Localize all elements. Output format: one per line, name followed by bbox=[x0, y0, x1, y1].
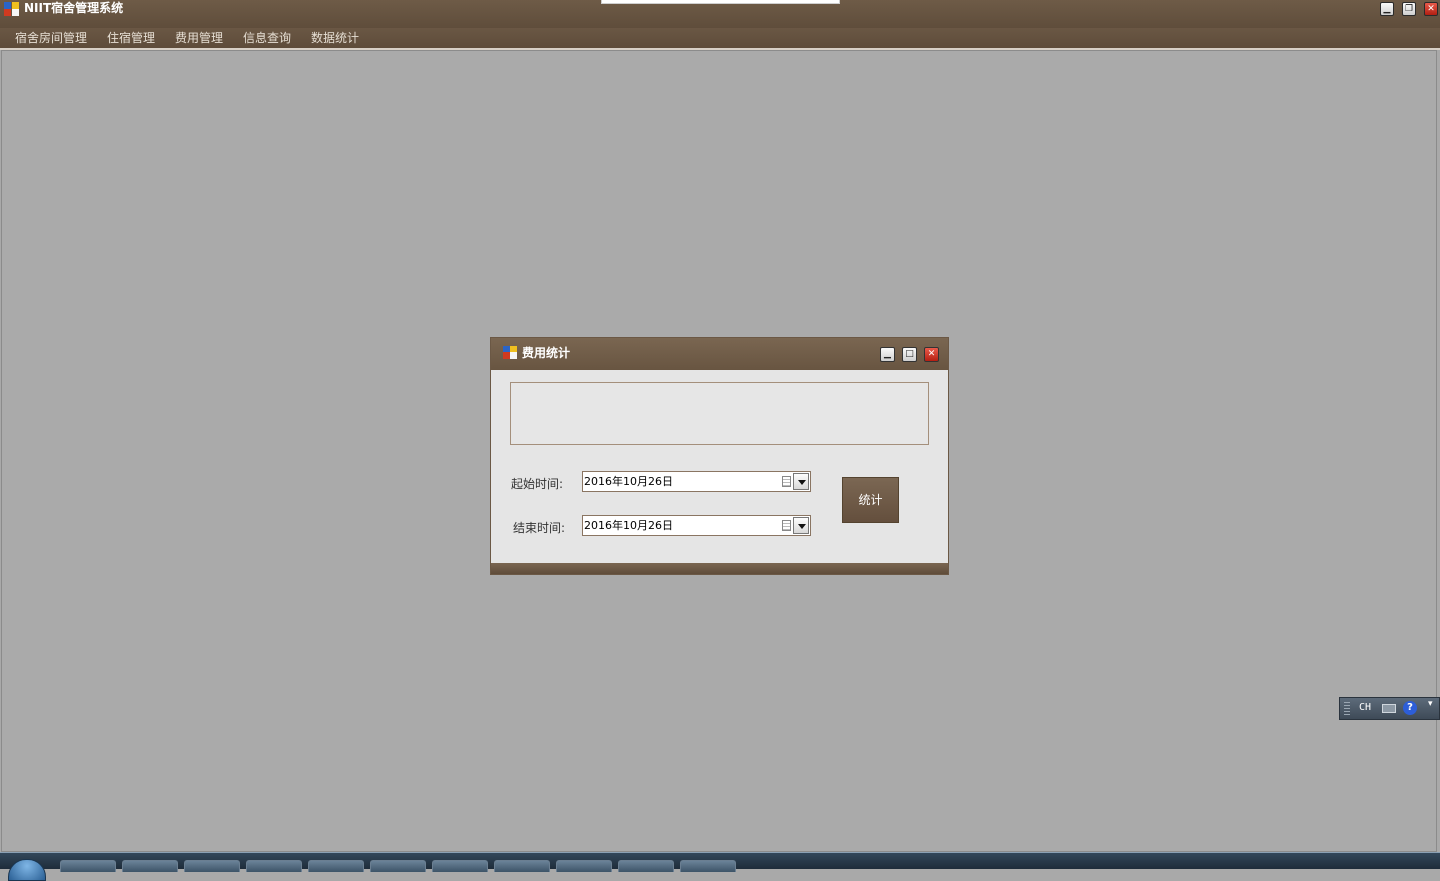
taskbar bbox=[0, 852, 1440, 881]
restore-button[interactable]: ❐ bbox=[1402, 2, 1416, 16]
taskbar-app-button[interactable] bbox=[60, 860, 116, 872]
options-icon[interactable]: ▾ bbox=[1428, 700, 1433, 709]
taskbar-app-button[interactable] bbox=[246, 860, 302, 872]
start-date-value: 2016年10月26日 bbox=[584, 475, 673, 488]
dialog-minimize-button[interactable]: ▁ bbox=[880, 347, 895, 362]
menu-item-fee-management[interactable]: 费用管理 bbox=[175, 30, 223, 46]
start-date-picker[interactable]: 2016年10月26日 bbox=[582, 471, 811, 492]
chevron-down-icon[interactable] bbox=[793, 517, 809, 534]
menu-item-data-statistics[interactable]: 数据统计 bbox=[311, 30, 359, 46]
taskbar-app-button[interactable] bbox=[556, 860, 612, 872]
ime-language-bar[interactable]: CH ? ▾ bbox=[1339, 697, 1440, 720]
start-time-label: 起始时间: bbox=[511, 477, 564, 491]
ime-language-indicator[interactable]: CH bbox=[1359, 701, 1371, 715]
dialog-app-icon bbox=[503, 346, 517, 359]
close-button[interactable]: ✕ bbox=[1424, 2, 1438, 16]
start-button[interactable] bbox=[8, 859, 46, 881]
statistics-button[interactable]: 统计 bbox=[842, 477, 899, 523]
minimize-button[interactable]: ▁ bbox=[1380, 2, 1394, 16]
dialog-title: 费用统计 bbox=[522, 346, 571, 360]
menu-item-info-query[interactable]: 信息查询 bbox=[243, 30, 291, 46]
end-date-value: 2016年10月26日 bbox=[584, 519, 673, 532]
chevron-down-icon[interactable] bbox=[793, 473, 809, 490]
app-logo-icon bbox=[4, 2, 19, 16]
menu-item-lodging-management[interactable]: 住宿管理 bbox=[107, 30, 155, 46]
menu-item-room-management[interactable]: 宿舍房间管理 bbox=[15, 30, 87, 46]
fee-statistics-dialog: 费用统计 ▁ □ ✕ 起始时间: 2016年10月26日 结束时间: 2016年… bbox=[490, 337, 949, 575]
taskbar-app-button[interactable] bbox=[122, 860, 178, 872]
taskbar-app-button[interactable] bbox=[184, 860, 240, 872]
taskbar-app-button[interactable] bbox=[494, 860, 550, 872]
taskbar-app-button[interactable] bbox=[618, 860, 674, 872]
taskbar-app-button[interactable] bbox=[432, 860, 488, 872]
dialog-bottom-border bbox=[491, 563, 948, 574]
calendar-icon bbox=[782, 520, 791, 531]
app-title: NIIT宿舍管理系统 bbox=[24, 1, 124, 15]
dialog-close-button[interactable]: ✕ bbox=[924, 347, 939, 362]
top-overlay-strip bbox=[601, 0, 840, 4]
end-date-picker[interactable]: 2016年10月26日 bbox=[582, 515, 811, 536]
grip-icon[interactable] bbox=[1344, 702, 1350, 715]
result-display-box bbox=[510, 382, 929, 445]
dialog-maximize-button[interactable]: □ bbox=[902, 347, 917, 362]
taskbar-app-button[interactable] bbox=[308, 860, 364, 872]
dialog-titlebar[interactable]: 费用统计 ▁ □ ✕ bbox=[491, 338, 948, 370]
menu-bar: 宿舍房间管理 住宿管理 费用管理 信息查询 数据统计 bbox=[0, 28, 1440, 50]
keyboard-icon[interactable] bbox=[1382, 704, 1396, 713]
end-time-label: 结束时间: bbox=[513, 521, 566, 535]
calendar-icon bbox=[782, 476, 791, 487]
help-icon[interactable]: ? bbox=[1403, 701, 1417, 715]
taskbar-app-button[interactable] bbox=[370, 860, 426, 872]
taskbar-app-button[interactable] bbox=[680, 860, 736, 872]
main-titlebar[interactable]: NIIT宿舍管理系统 ▁ ❐ ✕ bbox=[0, 0, 1440, 28]
